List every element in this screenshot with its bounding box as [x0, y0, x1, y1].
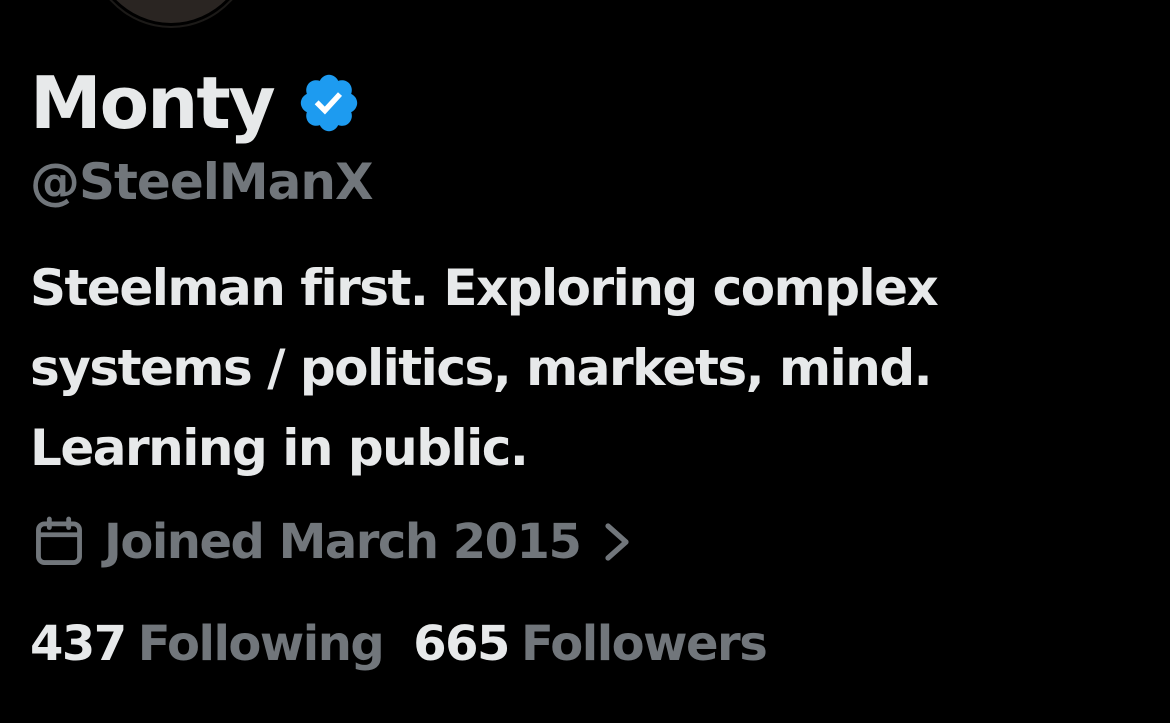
joined-date-text: Joined March 2015 [104, 514, 582, 570]
name-row: Monty [30, 58, 1150, 148]
followers-count: 665 [413, 616, 510, 672]
verified-badge-icon[interactable] [296, 70, 362, 136]
bio-line: systems / politics, markets, mind. [30, 339, 933, 397]
profile-bio: Steelman first. Exploring complex system… [30, 248, 1150, 488]
bio-line: Learning in public. [30, 419, 529, 477]
bio-line: Steelman first. Exploring complex [30, 259, 939, 317]
following-label: Following [137, 616, 385, 672]
followers-label: Followers [520, 616, 768, 672]
following-link[interactable]: 437 Following [30, 616, 385, 672]
display-name: Monty [30, 61, 276, 145]
follow-stats: 437 Following 665 Followers [30, 616, 1150, 672]
profile-handle: @SteelManX [30, 153, 374, 211]
chevron-right-icon[interactable] [602, 520, 632, 564]
following-count: 437 [30, 616, 127, 672]
avatar[interactable] [88, 0, 254, 26]
followers-link[interactable]: 665 Followers [413, 616, 768, 672]
joined-date-row[interactable]: Joined March 2015 [30, 512, 1150, 572]
calendar-icon [36, 516, 82, 565]
profile-header: Monty @SteelManX Steelman first. Explori… [30, 58, 1150, 672]
